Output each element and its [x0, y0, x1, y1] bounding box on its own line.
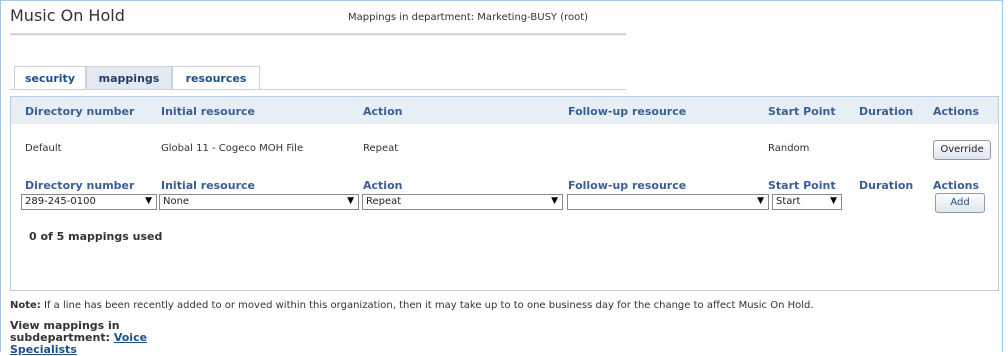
- default-initial-resource: Global 11 - Cogeco MOH File: [161, 143, 304, 154]
- subdepartment-link[interactable]: Voice: [114, 331, 147, 344]
- chevron-down-icon: ▼: [757, 196, 764, 206]
- add-button[interactable]: Add: [935, 193, 985, 213]
- override-button[interactable]: Override: [933, 140, 991, 160]
- chevron-down-icon: ▼: [145, 196, 152, 206]
- directory-number-select[interactable]: 289-245-0100 ▼: [21, 194, 157, 210]
- start-point-value: Start: [776, 196, 801, 207]
- initial-resource-select[interactable]: None ▼: [159, 194, 359, 210]
- note-text: Note: If a line has been recently added …: [10, 300, 814, 311]
- header-start-point-2: Start Point: [768, 179, 836, 192]
- default-action: Repeat: [363, 143, 399, 154]
- header-initial-resource: Initial resource: [161, 105, 255, 118]
- header-actions-2: Actions: [933, 179, 979, 192]
- mappings-usage: 0 of 5 mappings used: [29, 230, 163, 243]
- header-directory-number-2: Directory number: [25, 179, 135, 192]
- tab-resources[interactable]: resources: [172, 66, 260, 89]
- header-initial-resource-2: Initial resource: [161, 179, 255, 192]
- subdepartment-link-cont[interactable]: Specialists: [10, 343, 77, 356]
- chevron-down-icon: ▼: [830, 196, 837, 206]
- header-action: Action: [363, 105, 403, 118]
- header-action-2: Action: [363, 179, 403, 192]
- start-point-select[interactable]: Start ▼: [772, 194, 842, 210]
- header-duration: Duration: [859, 105, 914, 118]
- tab-mappings[interactable]: mappings: [86, 66, 172, 89]
- default-start-point: Random: [768, 143, 810, 154]
- page-title: Music On Hold: [10, 6, 125, 25]
- note-body: If a line has been recently added to or …: [44, 300, 814, 311]
- note-label: Note:: [10, 300, 41, 311]
- header-actions: Actions: [933, 105, 979, 118]
- initial-resource-value: None: [163, 196, 190, 207]
- action-value: Repeat: [366, 196, 402, 207]
- tab-divider: [10, 89, 626, 90]
- header-directory-number: Directory number: [25, 105, 135, 118]
- header-duration-2: Duration: [859, 179, 914, 192]
- followup-resource-select[interactable]: ▼: [567, 194, 769, 210]
- chevron-down-icon: ▼: [347, 196, 354, 206]
- header-followup-resource-2: Follow-up resource: [568, 179, 687, 192]
- action-select[interactable]: Repeat ▼: [362, 194, 563, 210]
- mappings-panel: Directory number Initial resource Action…: [10, 96, 999, 291]
- default-directory-number: Default: [25, 143, 62, 154]
- table-header-bar: [11, 97, 998, 124]
- chevron-down-icon: ▼: [551, 196, 558, 206]
- header-followup-resource: Follow-up resource: [568, 105, 687, 118]
- title-divider: [10, 33, 626, 36]
- department-label: Mappings in department: Marketing-BUSY (…: [348, 12, 589, 23]
- header-start-point: Start Point: [768, 105, 836, 118]
- view-subdepartment: View mappings in subdepartment: Voice Sp…: [10, 320, 147, 356]
- directory-number-value: 289-245-0100: [25, 196, 96, 207]
- tab-security[interactable]: security: [14, 66, 86, 89]
